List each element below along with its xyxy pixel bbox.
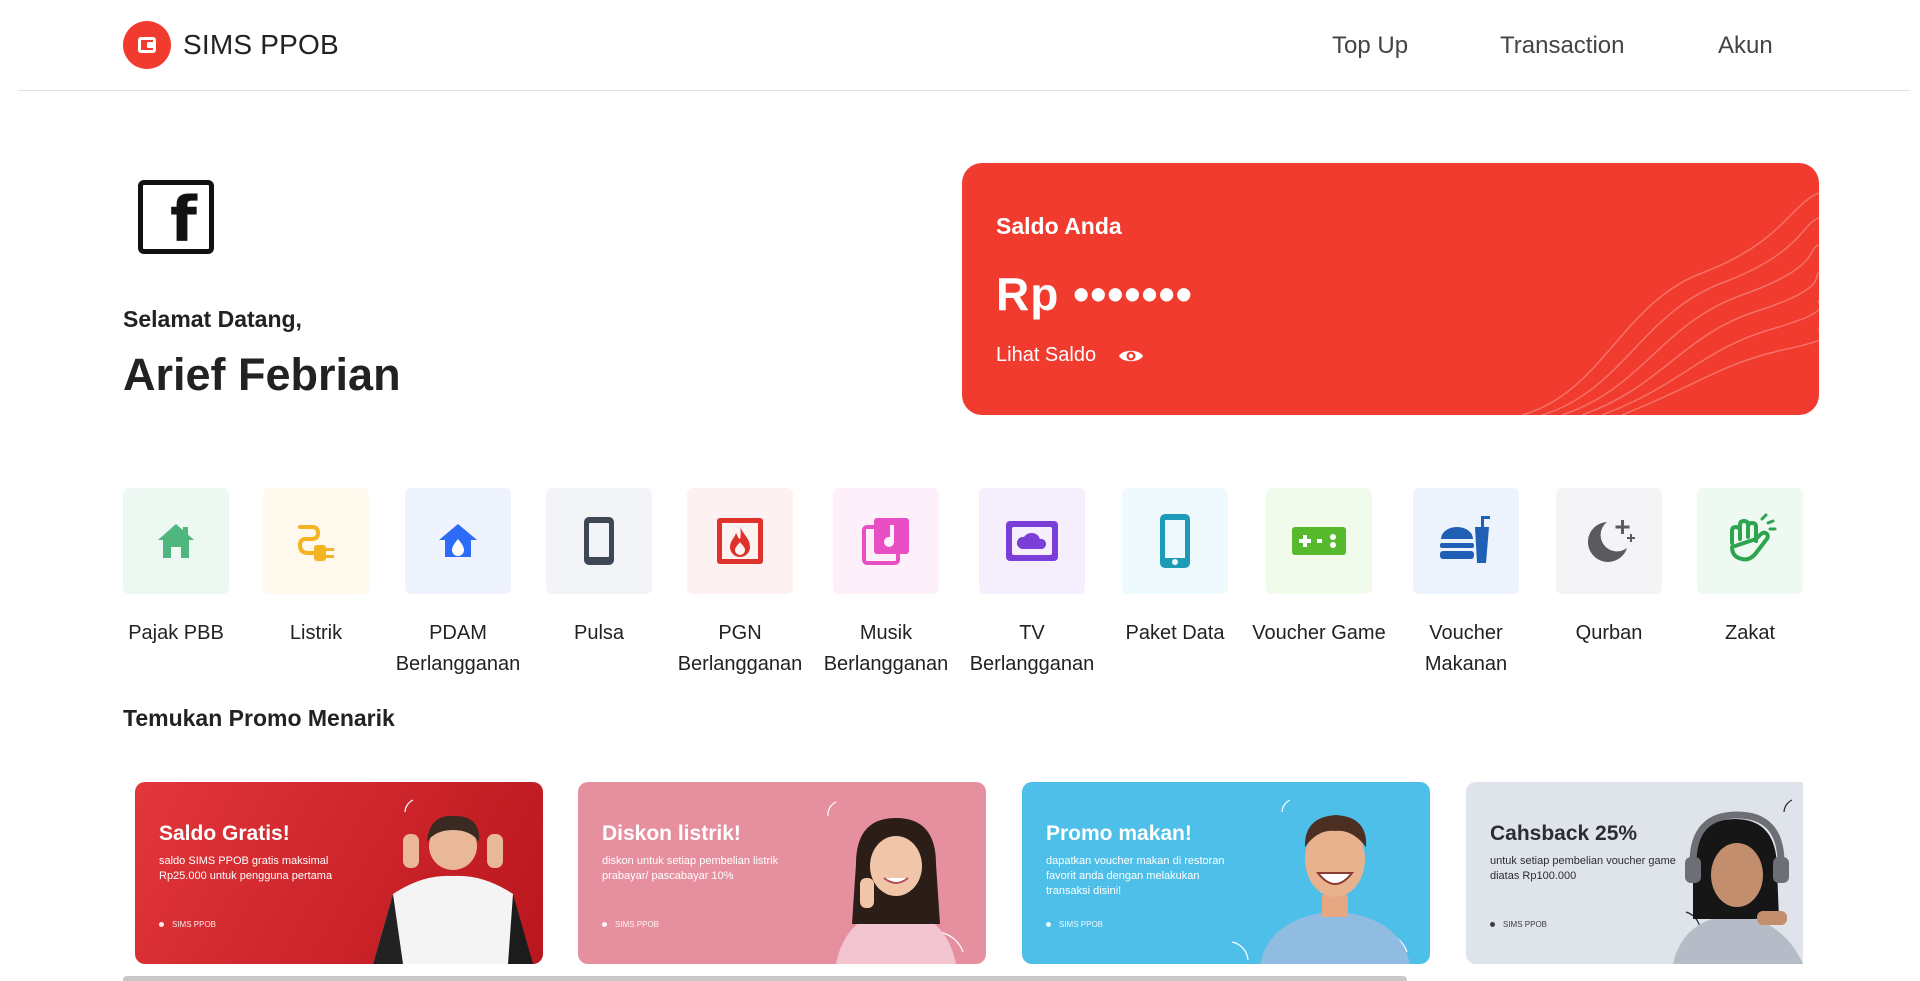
person-illustration [1260,815,1410,964]
nav-account[interactable]: Akun [1718,32,1773,60]
service-pdam[interactable]: PDAM Berlangganan [390,488,526,680]
phone-icon [546,488,652,594]
nav-transaction[interactable]: Transaction [1500,32,1625,60]
promo-card[interactable]: Diskon listrik! diskon untuk setiap pemb… [578,782,986,964]
promo-scrollbar[interactable] [123,976,1407,981]
nav-top-up[interactable]: Top Up [1332,32,1408,60]
promo-title: Saldo Gratis! [159,822,290,845]
service-paket-data[interactable]: Paket Data [1107,488,1243,649]
promo-brand: SIMS PPOB [159,920,216,929]
brand-name: SIMS PPOB [183,29,339,60]
promo-title: Diskon listrik! [602,822,741,845]
service-listrik[interactable]: Listrik [248,488,384,649]
service-label: Voucher Game [1252,622,1386,644]
promo-card[interactable]: Promo makan! dapatkan voucher makan di r… [1022,782,1430,964]
promo-brand: SIMS PPOB [602,920,659,929]
promo-title: Promo makan! [1046,822,1192,845]
promo-desc: dapatkan voucher makan di restoran favor… [1046,855,1225,897]
welcome-text: Selamat Datang, [123,306,302,332]
moon-star-icon [1556,488,1662,594]
service-label: Pulsa [573,622,625,644]
music-icon [833,488,939,594]
promo-card[interactable]: Saldo Gratis! saldo SIMS PPOB gratis mak… [135,782,543,964]
balance-value: Rp ••••••• [996,268,1193,320]
service-label: TV Berlangganan [969,622,1095,675]
service-musik[interactable]: Musik Berlangganan [818,488,954,680]
navbar: SIMS PPOB [18,0,1910,91]
service-zakat[interactable]: Zakat [1682,488,1818,649]
food-icon [1413,488,1519,594]
mobile-data-icon [1122,488,1228,594]
fire-icon [687,488,793,594]
tv-cloud-icon [979,488,1085,594]
service-label: PDAM Berlangganan [395,622,521,675]
promo-desc: diskon untuk setiap pembelian listrik pr… [602,855,779,882]
service-label: Voucher Makanan [1424,622,1508,675]
person-illustration [373,815,533,964]
promo-carousel[interactable]: Saldo Gratis! saldo SIMS PPOB gratis mak… [123,770,1803,970]
service-label: PGN Berlangganan [677,622,803,675]
hands-icon [1697,488,1803,594]
service-pajak-pbb[interactable]: Pajak PBB [108,488,244,649]
balance-label: Saldo Anda [996,213,1122,239]
promo-desc: untuk setiap pembelian voucher game diat… [1490,855,1676,882]
user-name: Arief Febrian [123,349,401,400]
promo-desc: saldo SIMS PPOB gratis maksimal Rp25.000… [159,855,333,882]
show-balance-label: Lihat Saldo [996,344,1097,366]
service-voucher-makanan[interactable]: Voucher Makanan [1398,488,1534,680]
balance-card: Saldo Anda Rp ••••••• Lihat Saldo [962,163,1819,415]
service-tv[interactable]: TV Berlangganan [964,488,1100,680]
promo-card[interactable]: Cahsback 25% untuk setiap pembelian vouc… [1466,782,1803,964]
service-label: Qurban [1575,622,1643,644]
brand-link[interactable]: SIMS PPOB [123,21,339,69]
promo-section-title: Temukan Promo Menarik [123,705,395,731]
service-voucher-game[interactable]: Voucher Game [1251,488,1387,649]
promo-brand: SIMS PPOB [1490,920,1547,929]
water-home-icon [405,488,511,594]
house-icon [123,488,229,594]
service-label: Musik Berlangganan [823,622,949,675]
facebook-icon: f [138,180,214,254]
service-qurban[interactable]: Qurban [1541,488,1677,649]
service-pgn[interactable]: PGN Berlangganan [672,488,808,680]
gamepad-icon [1266,488,1372,594]
service-label: Zakat [1724,622,1776,644]
plug-icon [263,488,369,594]
service-pulsa[interactable]: Pulsa [531,488,667,649]
person-illustration [836,818,956,964]
wallet-logo-icon [123,21,171,69]
service-label: Pajak PBB [128,622,224,644]
promo-brand: SIMS PPOB [1046,920,1103,929]
eye-icon[interactable] [1118,347,1144,365]
service-label: Paket Data [1125,622,1225,644]
show-balance-toggle[interactable]: Lihat Saldo [996,344,1144,367]
service-label: Listrik [289,622,343,644]
promo-title: Cahsback 25% [1490,822,1638,845]
